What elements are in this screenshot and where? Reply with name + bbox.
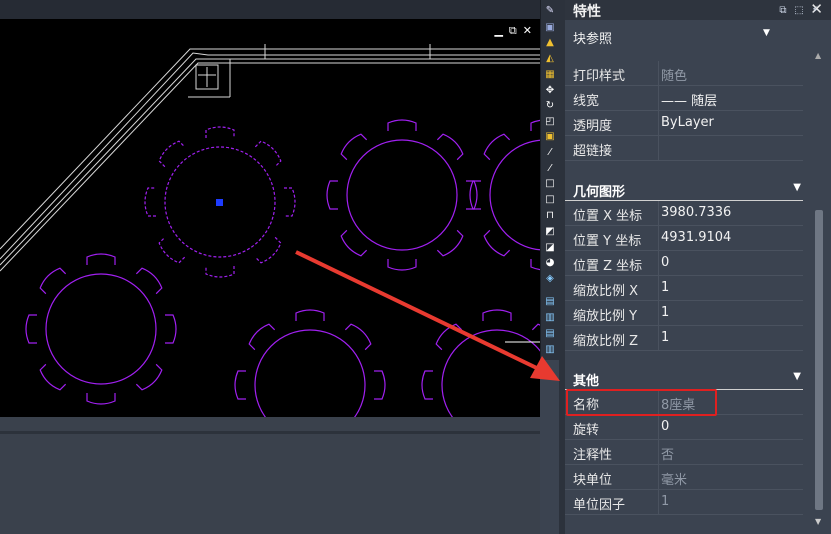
annotation-arrow-layer: [295, 250, 560, 381]
annotation-arrow-shaft: [295, 250, 546, 374]
